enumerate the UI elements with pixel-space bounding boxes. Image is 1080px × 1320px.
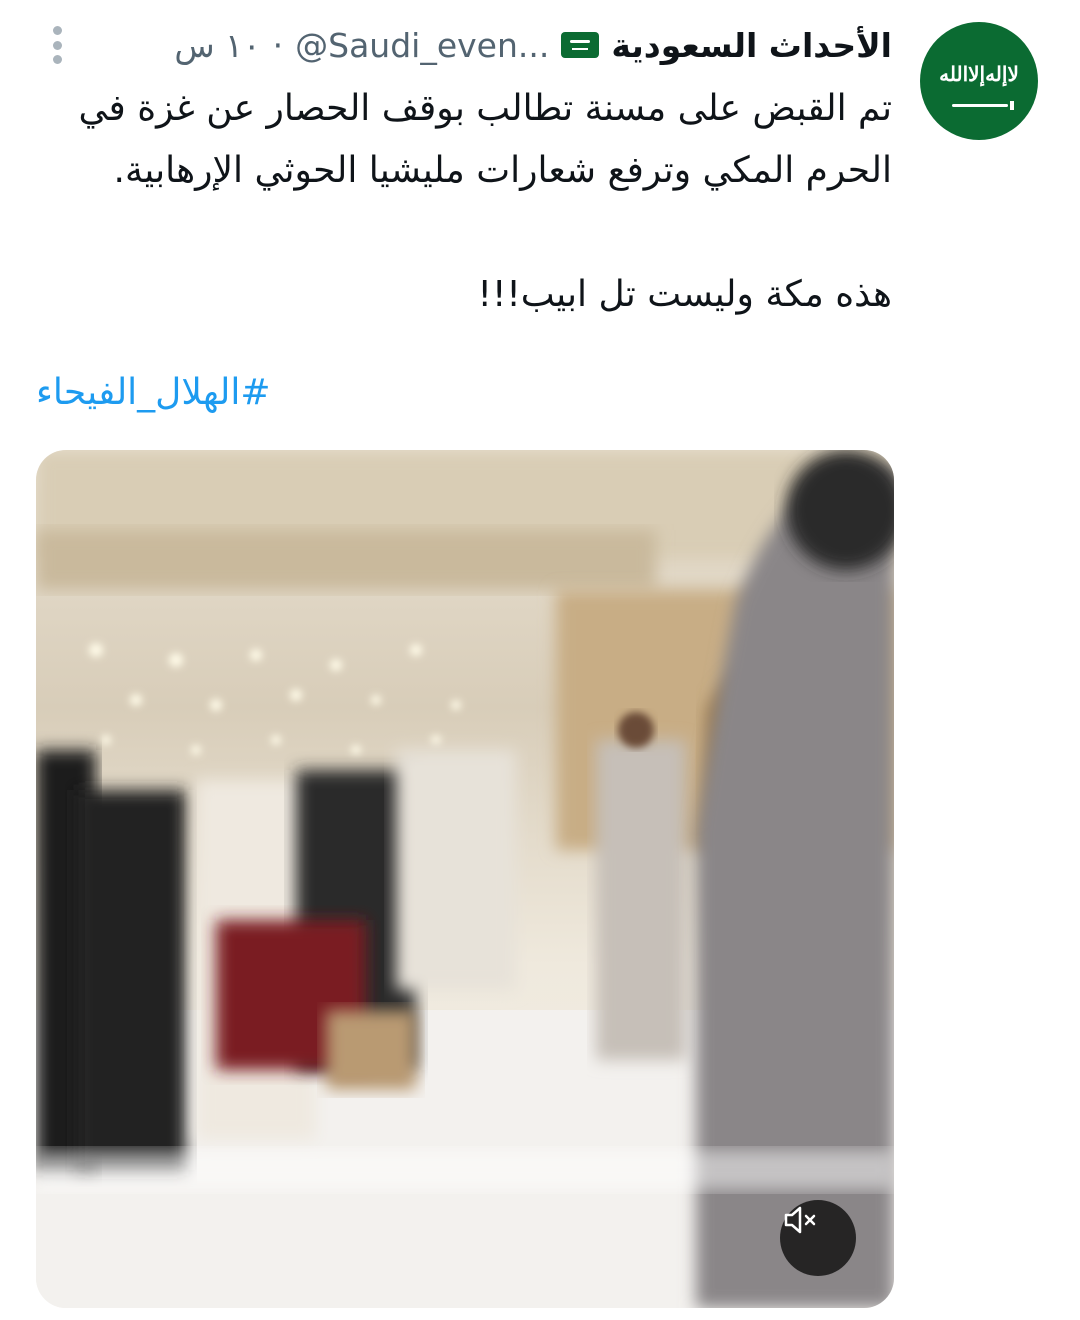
separator-dot: ·: [272, 25, 284, 65]
tweet-text-line-1: تم القبض على مسنة تطالب بوقف الحصار عن غ…: [78, 88, 892, 129]
speaker-muted-icon: [784, 1206, 816, 1234]
avatar-shahada-text: لاإله‌إلاالله: [939, 62, 1020, 86]
video-frame: [36, 450, 894, 1308]
display-name[interactable]: الأحداث السعودية: [611, 26, 892, 65]
profile-avatar[interactable]: لاإله‌إلاالله: [920, 22, 1038, 140]
tweet-header: الأحداث السعودية @Saudi_even... · ١٠ س: [40, 18, 892, 72]
tweet-text-line-3: هذه مكة وليست تل ابيب!!!: [477, 274, 892, 315]
tweet-body: تم القبض على مسنة تطالب بوقف الحصار عن غ…: [40, 78, 892, 326]
mute-button[interactable]: [780, 1200, 856, 1276]
saudi-flag-icon: [561, 32, 600, 58]
tweet-video[interactable]: [36, 450, 894, 1308]
hashtag-link[interactable]: #الهلال_الفيحاء: [36, 372, 296, 413]
user-handle[interactable]: @Saudi_even...: [295, 26, 549, 65]
tweet-text-line-2: الحرم المكي وترفع شعارات مليشيا الحوثي ا…: [113, 150, 892, 191]
more-options-icon[interactable]: [50, 26, 64, 64]
avatar-sword-icon: [952, 101, 1014, 110]
tweet-timestamp[interactable]: ١٠ س: [174, 26, 260, 65]
